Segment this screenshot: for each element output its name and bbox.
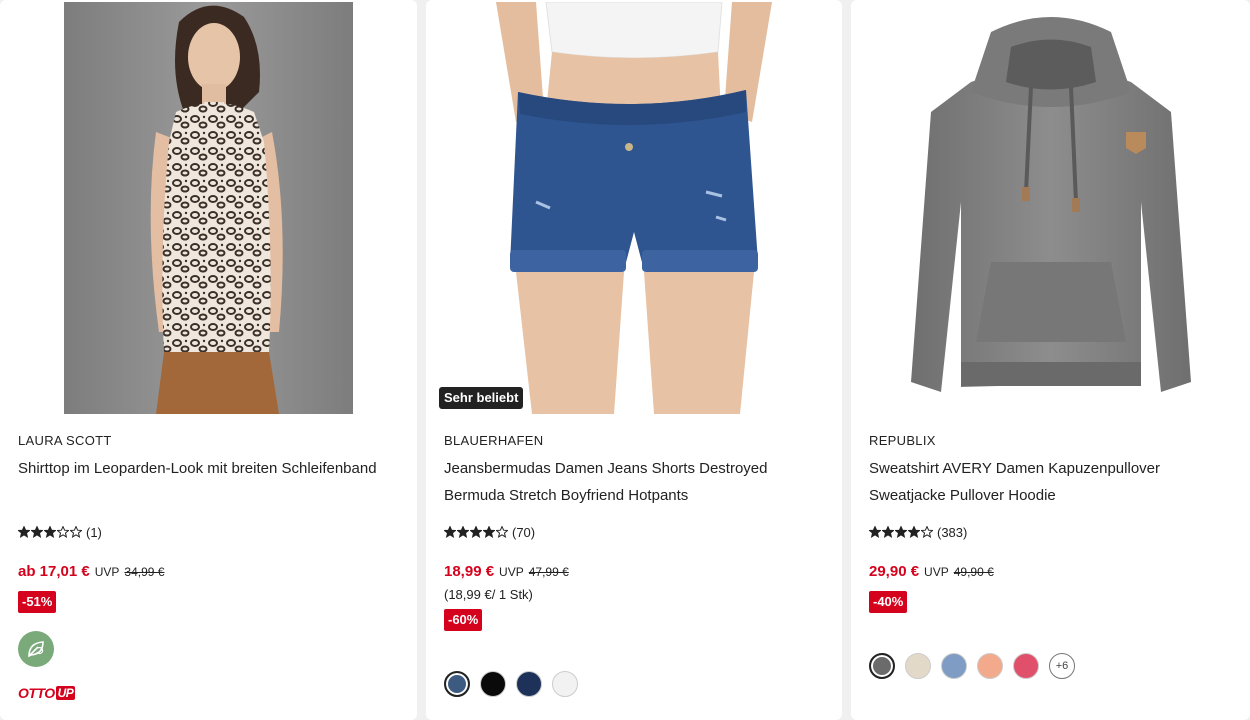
uvp-price: 34,99 €	[124, 565, 165, 579]
uvp-price: 49,90 €	[953, 565, 994, 579]
product-card[interactable]: REPUBLIX Sweatshirt AVERY Damen Kapuzenp…	[851, 0, 1250, 720]
star-empty-icon	[70, 526, 82, 538]
otto-logo-text: OTTO	[18, 685, 55, 701]
star-filled-icon	[457, 526, 469, 538]
current-price: 18,99 €	[444, 563, 495, 580]
uvp-price: 47,99 €	[528, 565, 569, 579]
color-swatch[interactable]	[1013, 653, 1039, 679]
product-brand: REPUBLIX	[869, 433, 936, 448]
color-swatch[interactable]	[977, 653, 1003, 679]
denim-shorts-photo-icon	[496, 2, 772, 414]
product-grid: LAURA SCOTT Shirttop im Leoparden-Look m…	[0, 0, 1250, 720]
color-swatch[interactable]	[480, 671, 506, 697]
color-swatch[interactable]	[516, 671, 542, 697]
uvp-label: UVP	[499, 565, 524, 579]
star-empty-icon	[496, 526, 508, 538]
color-swatch[interactable]	[869, 653, 895, 679]
discount-badge: -60%	[444, 609, 483, 631]
star-empty-icon	[921, 526, 933, 538]
star-empty-icon	[57, 526, 69, 538]
product-image[interactable]	[64, 2, 353, 414]
star-filled-icon	[18, 526, 30, 538]
product-brand: LAURA SCOTT	[18, 433, 112, 448]
product-title[interactable]: Sweatshirt AVERY Damen Kapuzenpullover S…	[869, 455, 1239, 509]
color-swatches	[444, 671, 578, 697]
current-price: 29,90 €	[869, 563, 920, 580]
star-filled-icon	[895, 526, 907, 538]
product-brand: BLAUERHAFEN	[444, 433, 544, 448]
product-title[interactable]: Shirttop im Leoparden-Look mit breiten S…	[18, 455, 388, 482]
rating-count: (383)	[937, 524, 968, 540]
grey-hoodie-photo-icon	[871, 2, 1231, 414]
rating-stars	[18, 526, 82, 538]
rating-stars	[444, 526, 508, 538]
star-filled-icon	[31, 526, 43, 538]
product-rating: (70)	[444, 523, 535, 541]
product-rating: (1)	[18, 523, 102, 541]
star-filled-icon	[483, 526, 495, 538]
more-colors-button[interactable]: +6	[1049, 653, 1075, 679]
uvp-label: UVP	[94, 565, 120, 579]
product-card[interactable]: LAURA SCOTT Shirttop im Leoparden-Look m…	[0, 0, 417, 720]
rating-count: (70)	[512, 524, 536, 540]
star-filled-icon	[44, 526, 56, 538]
star-filled-icon	[444, 526, 456, 538]
color-swatch[interactable]	[444, 671, 470, 697]
discount-badge: -51%	[18, 591, 57, 613]
star-filled-icon	[869, 526, 881, 538]
up-logo-badge: UP	[55, 686, 76, 700]
color-swatch[interactable]	[941, 653, 967, 679]
rating-count: (1)	[86, 524, 102, 540]
leopard-top-photo-icon	[64, 2, 353, 414]
color-swatch[interactable]	[552, 671, 578, 697]
color-swatches: +6	[869, 653, 1075, 679]
star-filled-icon	[882, 526, 894, 538]
star-filled-icon	[470, 526, 482, 538]
product-rating: (383)	[869, 523, 967, 541]
unit-price: (18,99 €/ 1 Stk)	[444, 587, 533, 602]
popular-badge: Sehr beliebt	[439, 387, 524, 409]
product-image[interactable]	[496, 2, 772, 414]
current-price: ab 17,01 €	[18, 563, 90, 580]
price-row: 29,90 € UVP 49,90 €	[869, 563, 994, 580]
product-card[interactable]: Sehr beliebt BLAUERHAFEN Jeansbermudas D…	[426, 0, 842, 720]
product-image[interactable]	[871, 2, 1231, 414]
product-title[interactable]: Jeansbermudas Damen Jeans Shorts Destroy…	[444, 455, 814, 509]
star-filled-icon	[908, 526, 920, 538]
uvp-label: UVP	[924, 565, 949, 579]
price-row: ab 17,01 € UVP 34,99 €	[18, 563, 164, 580]
otto-up-logo: OTTO UP	[18, 684, 76, 702]
color-swatch[interactable]	[905, 653, 931, 679]
sustainability-leaf-icon[interactable]	[18, 631, 54, 667]
discount-badge: -40%	[869, 591, 908, 613]
price-row: 18,99 € UVP 47,99 €	[444, 563, 569, 580]
rating-stars	[869, 526, 933, 538]
